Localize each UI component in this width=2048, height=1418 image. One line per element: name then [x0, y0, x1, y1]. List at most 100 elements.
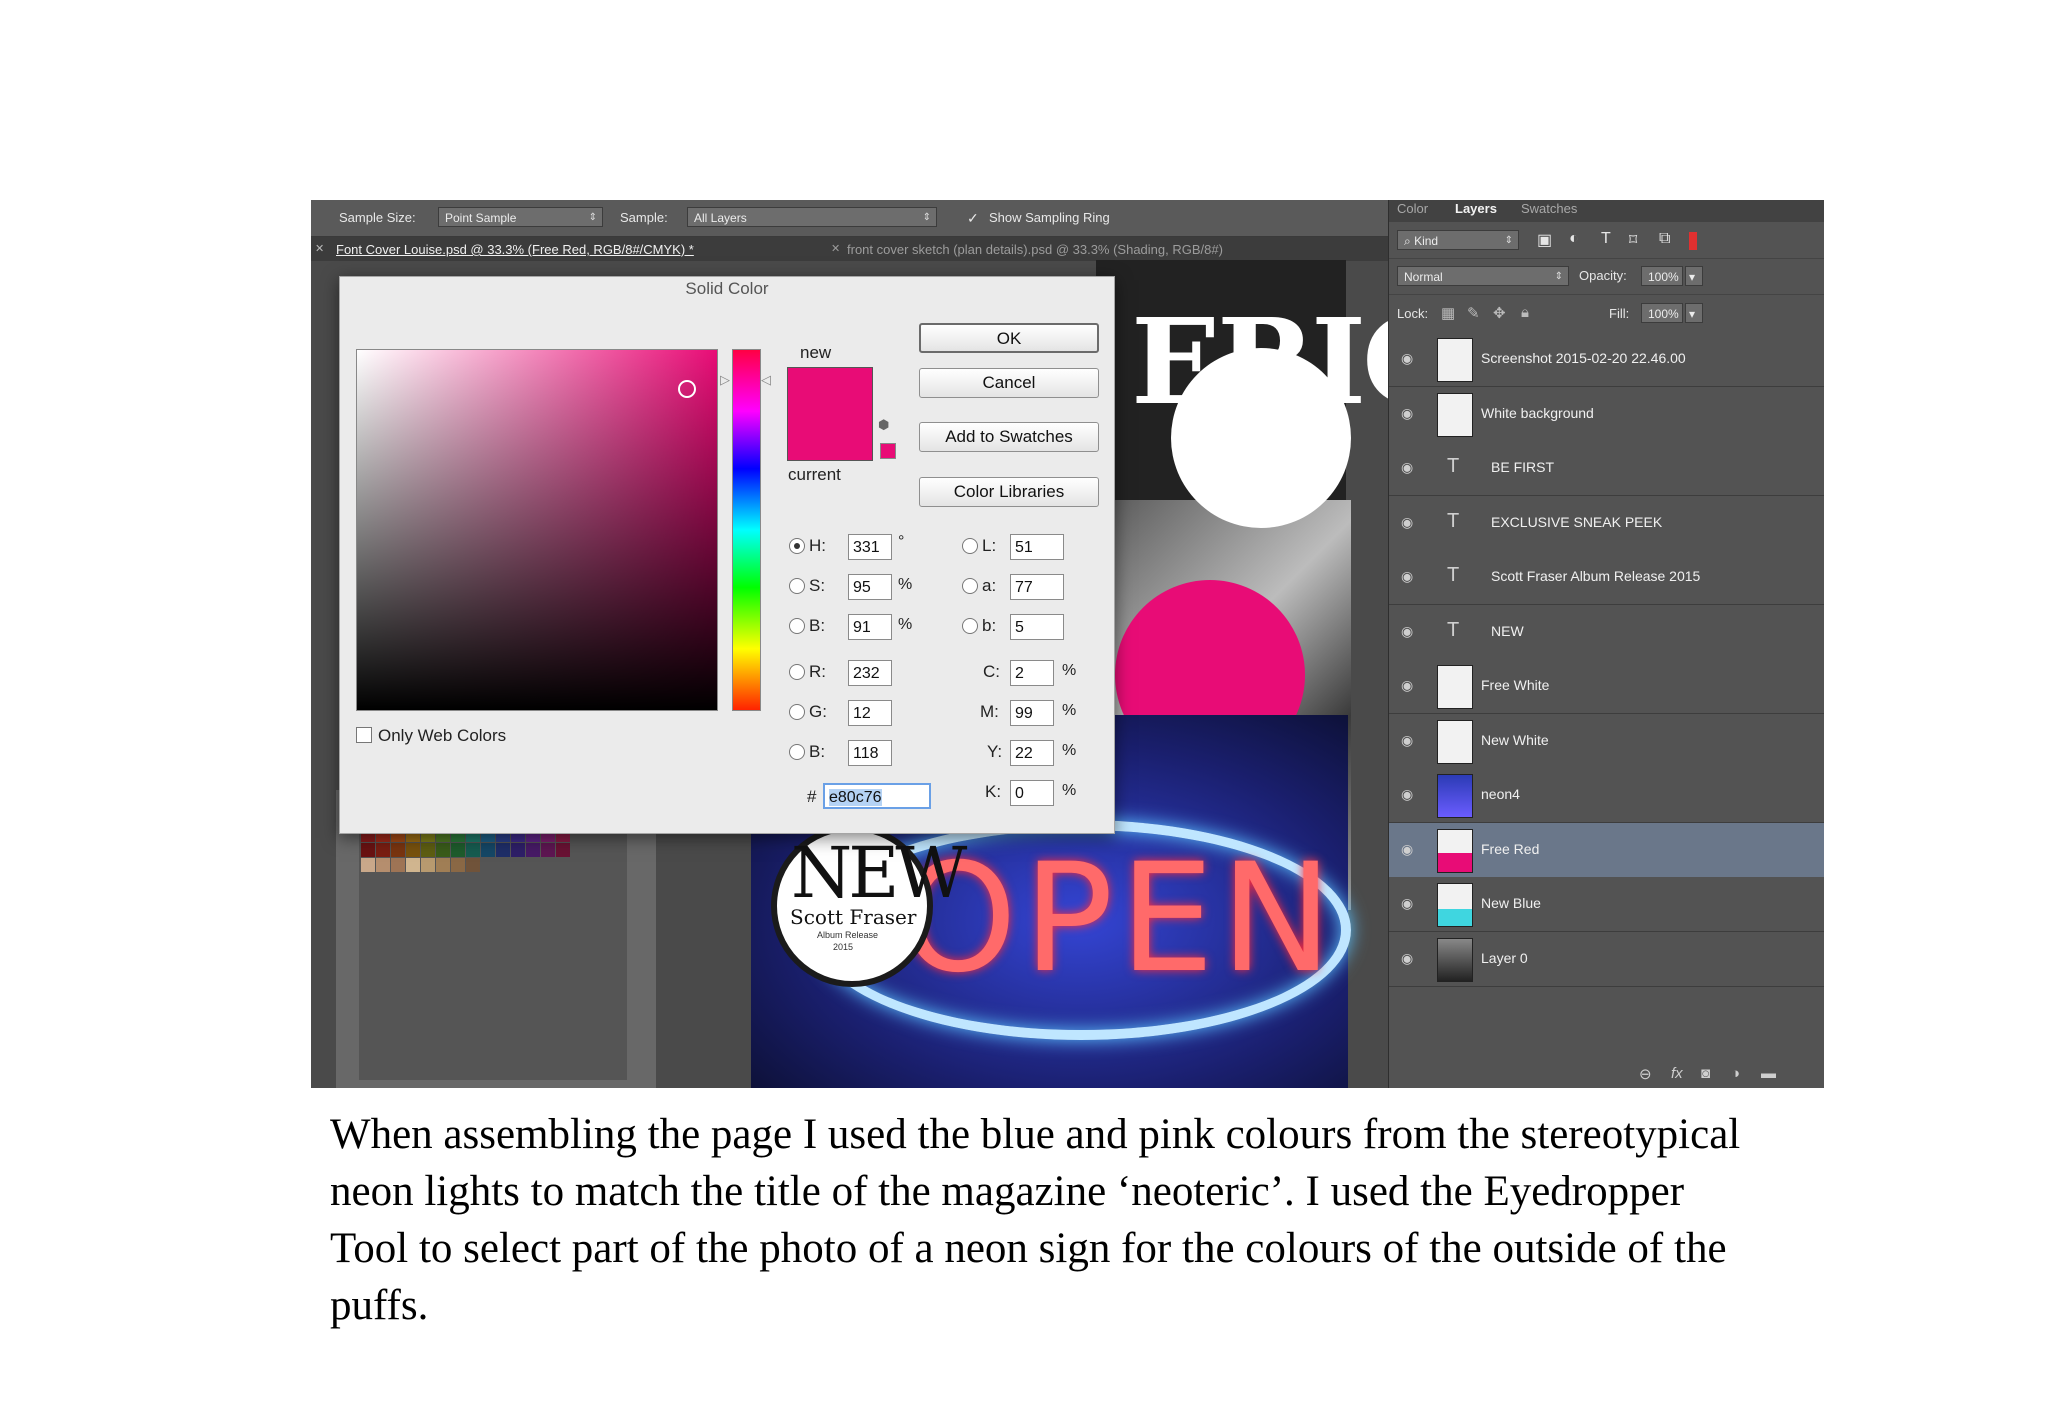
visibility-eye-icon[interactable]: ◉: [1401, 677, 1413, 694]
hue-slider[interactable]: [732, 349, 761, 711]
lock-position-icon[interactable]: ✥: [1493, 304, 1506, 322]
visibility-eye-icon[interactable]: ◉: [1401, 350, 1413, 367]
swatch-cell[interactable]: [421, 843, 435, 857]
blend-mode-select[interactable]: Normal ⇕: [1397, 266, 1569, 286]
layer-row[interactable]: ◉ Layer 0: [1389, 931, 1824, 987]
hue-field[interactable]: 331: [848, 534, 892, 560]
black-field[interactable]: 0: [1010, 780, 1054, 806]
radio-a[interactable]: [962, 578, 978, 594]
cyan-field[interactable]: 2: [1010, 660, 1054, 686]
lock-transparent-icon[interactable]: ▦: [1441, 304, 1455, 322]
opacity-field[interactable]: 100%: [1641, 266, 1683, 286]
layer-row[interactable]: ◉ Screenshot 2015-02-20 22.46.00: [1389, 332, 1824, 387]
swatch-cell[interactable]: [376, 858, 390, 872]
radio-hue[interactable]: [789, 538, 805, 554]
layer-row[interactable]: ◉ T NEW: [1389, 604, 1824, 660]
lock-pixels-icon[interactable]: ✎: [1467, 304, 1480, 322]
swatch-cell[interactable]: [436, 858, 450, 872]
saturation-field[interactable]: 95: [848, 574, 892, 600]
swatch-cell[interactable]: [451, 843, 465, 857]
visibility-eye-icon[interactable]: ◉: [1401, 405, 1413, 422]
adjustment-layer-icon[interactable]: ◑: [1731, 1065, 1740, 1082]
color-picker-ring[interactable]: [678, 380, 696, 398]
layer-row[interactable]: ◉ neon4: [1389, 768, 1824, 823]
filter-toggle-icon[interactable]: [1689, 232, 1697, 250]
swatch-cell[interactable]: [496, 843, 510, 857]
fill-dropdown-icon[interactable]: ▾: [1685, 303, 1703, 323]
sample-size-select[interactable]: Point Sample ⇕: [438, 207, 603, 227]
hex-field[interactable]: e80c76: [823, 783, 931, 809]
swatch-cell[interactable]: [466, 858, 480, 872]
swatch-cell[interactable]: [421, 858, 435, 872]
brightness-field[interactable]: 91: [848, 614, 892, 640]
checkmark-icon[interactable]: ✓: [967, 210, 979, 227]
swatch-cell[interactable]: [556, 843, 570, 857]
blue-field[interactable]: 118: [848, 740, 892, 766]
link-layers-icon[interactable]: ⊖: [1639, 1065, 1652, 1083]
layer-row[interactable]: ◉ White background: [1389, 386, 1824, 442]
radio-b[interactable]: [962, 618, 978, 634]
swatch-cell[interactable]: [391, 858, 405, 872]
red-field[interactable]: 232: [848, 660, 892, 686]
close-icon[interactable]: ✕: [831, 242, 840, 255]
swatch-cell[interactable]: [406, 843, 420, 857]
tab-layers[interactable]: Layers: [1455, 201, 1497, 216]
layer-row[interactable]: ◉ T EXCLUSIVE SNEAK PEEK: [1389, 495, 1824, 551]
green-field[interactable]: 12: [848, 700, 892, 726]
a-field[interactable]: 77: [1010, 574, 1064, 600]
swatch-cell[interactable]: [466, 843, 480, 857]
opacity-dropdown-icon[interactable]: ▾: [1685, 266, 1703, 286]
color-field[interactable]: [356, 349, 718, 711]
magenta-field[interactable]: 99: [1010, 700, 1054, 726]
fill-field[interactable]: 100%: [1641, 303, 1683, 323]
radio-lightness[interactable]: [962, 538, 978, 554]
layer-row[interactable]: ◉ New Blue: [1389, 877, 1824, 932]
add-to-swatches-button[interactable]: Add to Swatches: [919, 422, 1099, 452]
visibility-eye-icon[interactable]: ◉: [1401, 459, 1413, 476]
radio-red[interactable]: [789, 664, 805, 680]
only-web-colors-checkbox[interactable]: [356, 727, 372, 743]
layer-row[interactable]: ◉ Free Red: [1389, 822, 1824, 878]
fx-icon[interactable]: fx: [1671, 1065, 1683, 1082]
lock-all-icon[interactable]: 🔒︎: [1521, 304, 1529, 321]
tab-swatches[interactable]: Swatches: [1521, 201, 1577, 216]
cube-icon[interactable]: ⬢: [878, 417, 889, 433]
yellow-field[interactable]: 22: [1010, 740, 1054, 766]
new-group-icon[interactable]: ▬: [1761, 1065, 1776, 1082]
visibility-eye-icon[interactable]: ◉: [1401, 514, 1413, 531]
swatch-cell[interactable]: [541, 843, 555, 857]
swatch-cell[interactable]: [526, 843, 540, 857]
visibility-eye-icon[interactable]: ◉: [1401, 895, 1413, 912]
shape-filter-icon[interactable]: ⌑: [1629, 230, 1637, 250]
color-libraries-button[interactable]: Color Libraries: [919, 477, 1099, 507]
swatch-cell[interactable]: [376, 843, 390, 857]
swatch-cell[interactable]: [511, 843, 525, 857]
gamut-color-icon[interactable]: [880, 443, 896, 459]
sample-select[interactable]: All Layers ⇕: [687, 207, 937, 227]
tab-document-active[interactable]: Font Cover Louise.psd @ 33.3% (Free Red,…: [336, 242, 694, 257]
layer-mask-icon[interactable]: ◙: [1701, 1065, 1710, 1082]
visibility-eye-icon[interactable]: ◉: [1401, 623, 1413, 640]
ok-button[interactable]: OK: [919, 323, 1099, 353]
swatch-cell[interactable]: [391, 843, 405, 857]
image-filter-icon[interactable]: ▣: [1537, 230, 1552, 250]
cancel-button[interactable]: Cancel: [919, 368, 1099, 398]
radio-saturation[interactable]: [789, 578, 805, 594]
radio-blue[interactable]: [789, 744, 805, 760]
slider-arrow-left-icon[interactable]: ▷: [720, 372, 730, 388]
layer-row[interactable]: ◉ New White: [1389, 713, 1824, 769]
visibility-eye-icon[interactable]: ◉: [1401, 786, 1413, 803]
layer-row[interactable]: ◉ Free White: [1389, 659, 1824, 714]
b-field[interactable]: 5: [1010, 614, 1064, 640]
layer-row[interactable]: ◉ T BE FIRST: [1389, 441, 1824, 496]
swatch-cell[interactable]: [436, 843, 450, 857]
tab-document-inactive[interactable]: front cover sketch (plan details).psd @ …: [847, 242, 1223, 257]
adjustment-filter-icon[interactable]: ◐: [1569, 230, 1579, 248]
swatch-cell[interactable]: [361, 843, 375, 857]
swatch-cell[interactable]: [361, 858, 375, 872]
swatch-cell[interactable]: [481, 843, 495, 857]
lightness-field[interactable]: 51: [1010, 534, 1064, 560]
slider-arrow-right-icon[interactable]: ◁: [761, 372, 771, 388]
layer-row[interactable]: ◉ T Scott Fraser Album Release 2015: [1389, 550, 1824, 605]
visibility-eye-icon[interactable]: ◉: [1401, 950, 1413, 967]
